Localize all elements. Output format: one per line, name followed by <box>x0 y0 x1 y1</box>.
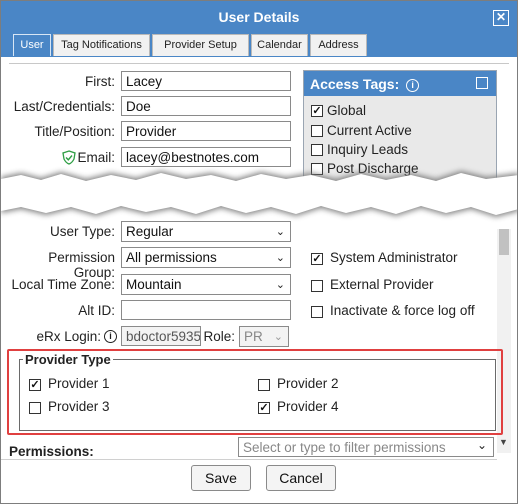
save-button[interactable]: Save <box>191 465 251 491</box>
erx-login-input[interactable]: bdoctor5935 <box>121 326 201 346</box>
system-administrator-checkbox[interactable]: ✓ <box>311 253 323 265</box>
access-tags-title: Access Tags: <box>310 76 400 92</box>
user-type-value: Regular <box>126 224 174 239</box>
provider-2-checkbox[interactable] <box>258 379 270 391</box>
scrollbar-thumb[interactable] <box>499 229 509 255</box>
alt-id-label: Alt ID: <box>78 303 115 318</box>
access-tag-checkbox-current-active[interactable] <box>311 125 323 137</box>
info-icon[interactable]: i <box>104 330 117 343</box>
role-value: PR <box>244 329 263 344</box>
provider-4-checkbox[interactable]: ✓ <box>258 402 270 414</box>
time-zone-value: Mountain <box>126 277 182 292</box>
chevron-down-icon: ⌄ <box>273 331 283 343</box>
user-type-select[interactable]: Regular ⌄ <box>121 221 291 242</box>
user-type-label: User Type: <box>49 224 115 239</box>
title-label: Title/Position: <box>34 124 115 139</box>
title-input[interactable]: Provider <box>121 121 291 141</box>
access-tags-header: Access Tags: i <box>304 71 496 96</box>
provider-1-checkbox[interactable]: ✓ <box>29 379 41 391</box>
close-icon[interactable]: ✕ <box>493 10 509 26</box>
permissions-filter-input[interactable]: Select or type to filter permissions <box>238 437 494 457</box>
erx-login-label: eRx Login: <box>36 329 101 344</box>
tab-bar: User Tag Notifications Provider Setup Ca… <box>1 31 517 57</box>
provider-type-fieldset <box>19 359 496 431</box>
tab-tag-notifications[interactable]: Tag Notifications <box>53 34 150 56</box>
alt-id-input[interactable] <box>121 300 291 320</box>
provider-3-label: Provider 3 <box>48 399 110 414</box>
torn-page-separator <box>1 171 517 217</box>
inactivate-label: Inactivate & force log off <box>330 303 475 318</box>
divider <box>9 63 509 64</box>
provider-3-checkbox[interactable] <box>29 402 41 414</box>
permissions-filter-placeholder: Select or type to filter permissions <box>243 440 446 455</box>
role-label: Role: <box>203 329 235 344</box>
access-tag-label: Global <box>327 103 367 118</box>
permissions-label: Permissions: <box>9 444 94 459</box>
permission-group-label: Permission Group: <box>48 250 115 280</box>
dialog-title: User Details <box>1 1 517 31</box>
permission-group-value: All permissions <box>126 250 217 265</box>
permission-group-select[interactable]: All permissions ⌄ <box>121 247 291 268</box>
tab-user[interactable]: User <box>13 34 51 56</box>
chevron-down-icon: ⌄ <box>275 226 285 238</box>
system-administrator-label: System Administrator <box>330 250 458 265</box>
chevron-down-icon[interactable]: ⌄ <box>477 438 487 452</box>
time-zone-label: Local Time Zone: <box>11 277 115 292</box>
cancel-button[interactable]: Cancel <box>266 465 336 491</box>
tab-address[interactable]: Address <box>310 34 367 56</box>
provider-4-label: Provider 4 <box>277 399 339 414</box>
last-name-input[interactable]: Doe <box>121 96 291 116</box>
first-name-input[interactable]: Lacey <box>121 71 291 91</box>
external-provider-checkbox[interactable] <box>311 280 323 292</box>
time-zone-select[interactable]: Mountain ⌄ <box>121 274 291 295</box>
footer-divider <box>1 459 497 460</box>
user-details-dialog: User Details ✕ User Tag Notifications Pr… <box>0 0 518 504</box>
external-provider-label: External Provider <box>330 277 434 292</box>
access-tag-label: Current Active <box>327 123 412 138</box>
first-label: First: <box>85 74 115 89</box>
chevron-down-icon: ⌄ <box>275 279 285 291</box>
role-select[interactable]: PR ⌄ <box>239 326 289 347</box>
chevron-down-icon: ⌄ <box>275 252 285 264</box>
provider-type-legend: Provider Type <box>23 352 113 367</box>
last-label: Last/Credentials: <box>13 99 115 114</box>
tab-calendar[interactable]: Calendar <box>251 34 308 56</box>
access-tags-select-all-checkbox[interactable] <box>476 77 488 89</box>
inactivate-checkbox[interactable] <box>311 306 323 318</box>
tab-provider-setup[interactable]: Provider Setup <box>152 34 249 56</box>
access-tag-checkbox-global[interactable]: ✓ <box>311 105 323 117</box>
info-icon[interactable]: i <box>406 78 420 92</box>
scroll-down-arrow[interactable]: ▼ <box>499 437 508 447</box>
provider-1-label: Provider 1 <box>48 376 110 391</box>
provider-2-label: Provider 2 <box>277 376 339 391</box>
